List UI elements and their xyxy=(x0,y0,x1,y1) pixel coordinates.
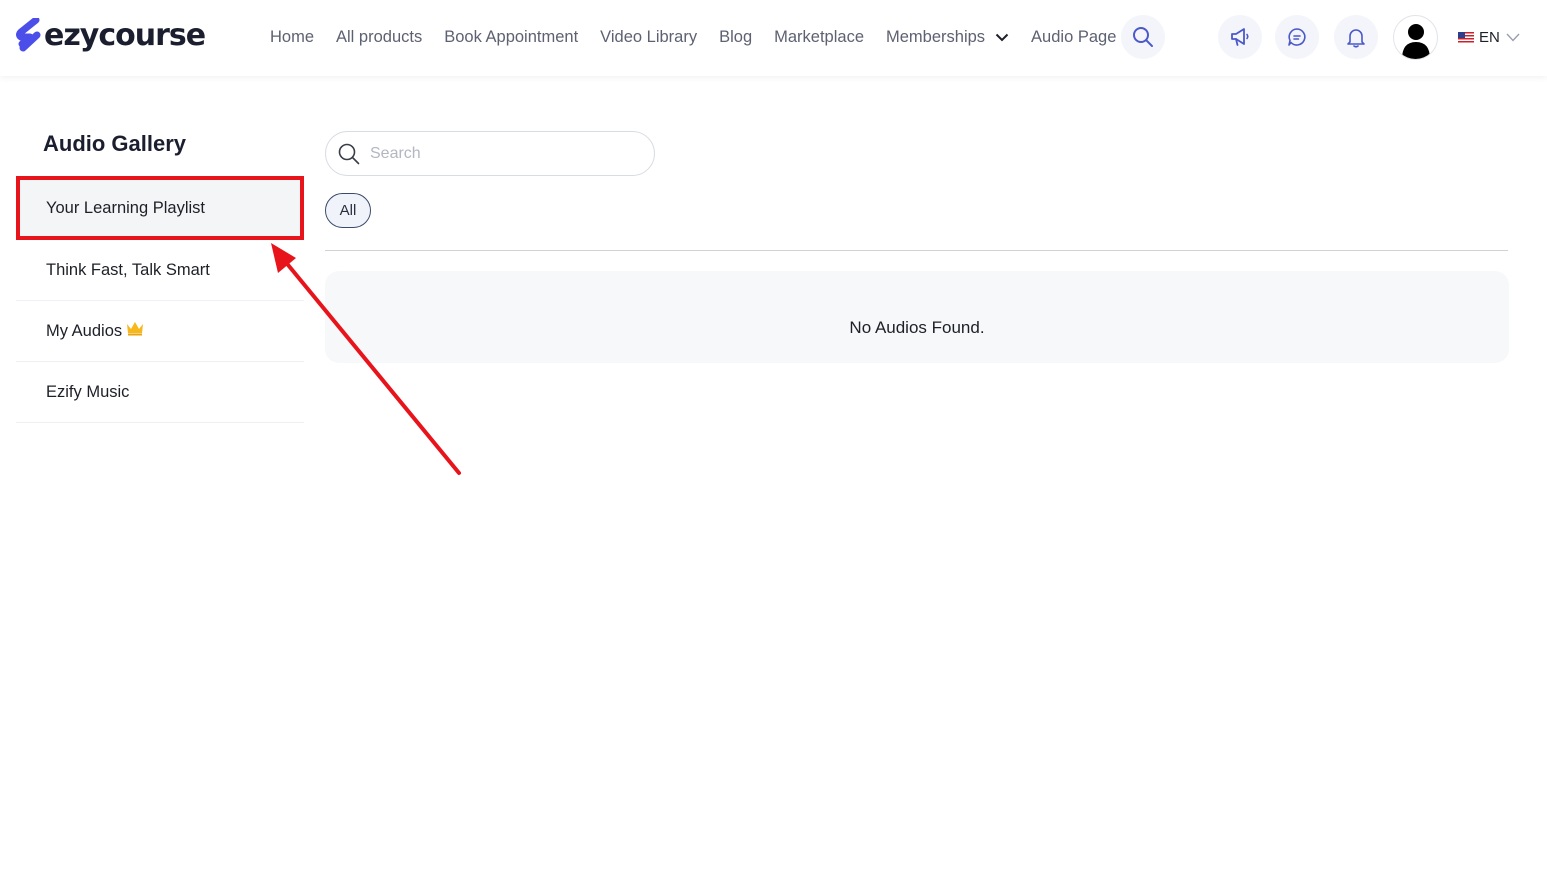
sidebar-list: Your Learning Playlist Think Fast, Talk … xyxy=(16,176,304,423)
main-nav: Home All products Book Appointment Video… xyxy=(270,26,1138,48)
empty-state-message: No Audios Found. xyxy=(849,318,985,337)
logo-text: ezycourse xyxy=(44,18,206,53)
messages-button[interactable] xyxy=(1275,15,1319,59)
nav-home[interactable]: Home xyxy=(270,26,314,48)
content-divider xyxy=(325,250,1508,251)
chevron-down-icon xyxy=(1506,33,1520,42)
empty-state: No Audios Found. xyxy=(325,271,1509,363)
sidebar-item-label: Your Learning Playlist xyxy=(46,198,205,217)
search-button[interactable] xyxy=(1121,15,1165,59)
audio-search-bar[interactable] xyxy=(325,131,655,176)
chevron-down-icon xyxy=(995,33,1009,41)
notifications-button[interactable] xyxy=(1334,15,1378,59)
search-input[interactable] xyxy=(370,144,630,163)
sidebar-item-label: My Audios xyxy=(46,321,123,340)
nav-memberships-label: Memberships xyxy=(886,28,986,46)
chat-icon xyxy=(1288,28,1306,46)
nav-memberships[interactable]: Memberships xyxy=(886,26,1009,48)
nav-all-products[interactable]: All products xyxy=(336,26,422,48)
search-icon xyxy=(1133,27,1153,47)
nav-marketplace[interactable]: Marketplace xyxy=(774,26,864,48)
nav-video-library[interactable]: Video Library xyxy=(600,26,697,48)
sidebar-item-my-audios[interactable]: My Audios xyxy=(16,301,304,362)
sidebar-item-label: Think Fast, Talk Smart xyxy=(46,260,210,279)
filter-chip-all[interactable]: All xyxy=(325,193,371,228)
sidebar-item-think-fast-talk-smart[interactable]: Think Fast, Talk Smart xyxy=(16,240,304,301)
logo-mark-icon xyxy=(16,18,41,52)
nav-audio-page[interactable]: Audio Page xyxy=(1031,26,1116,48)
user-silhouette-icon xyxy=(1401,24,1430,59)
bell-icon xyxy=(1347,29,1365,48)
us-flag-icon xyxy=(1458,31,1474,43)
user-avatar[interactable] xyxy=(1393,15,1438,60)
nav-blog[interactable]: Blog xyxy=(719,26,752,48)
megaphone-icon xyxy=(1231,28,1249,46)
nav-book-appointment[interactable]: Book Appointment xyxy=(444,26,578,48)
language-selector[interactable]: EN xyxy=(1458,27,1520,47)
announcements-button[interactable] xyxy=(1218,15,1262,59)
language-code: EN xyxy=(1479,28,1500,46)
crown-icon xyxy=(127,321,144,335)
sidebar-item-label: Ezify Music xyxy=(46,382,130,401)
brand-logo[interactable]: ezycourse xyxy=(16,18,206,54)
sidebar-item-ezify-music[interactable]: Ezify Music xyxy=(16,362,304,423)
annotation-arrow xyxy=(271,243,461,475)
sidebar-title: Audio Gallery xyxy=(43,131,187,156)
sidebar-item-your-learning-playlist[interactable]: Your Learning Playlist xyxy=(16,176,304,240)
top-header: ezycourse Home All products Book Appoint… xyxy=(0,0,1547,76)
search-icon xyxy=(338,143,360,164)
